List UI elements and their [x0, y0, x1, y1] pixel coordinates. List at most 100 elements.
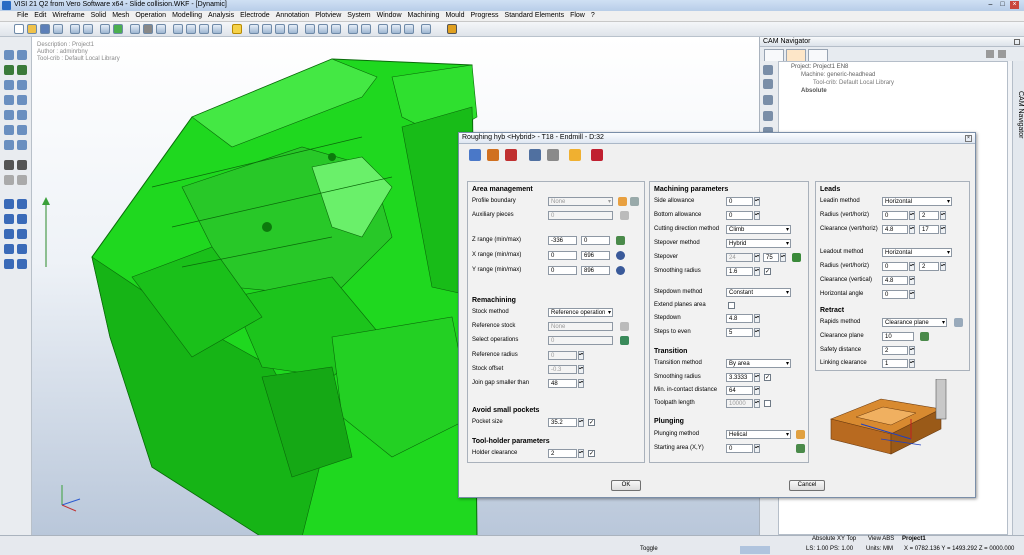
zoom-icon[interactable] — [100, 24, 110, 34]
steps-even-field[interactable]: 5 — [726, 328, 753, 337]
doc13-icon[interactable] — [421, 24, 431, 34]
dim2-icon[interactable] — [17, 259, 27, 269]
redo-icon[interactable] — [83, 24, 93, 34]
tool2-icon[interactable] — [17, 160, 27, 170]
shade-icon[interactable] — [143, 24, 153, 34]
view-mode-label[interactable]: Absolute XY Top — [812, 536, 856, 542]
wire-icon[interactable] — [156, 24, 166, 34]
stepdown-field[interactable]: 4.8 — [726, 314, 753, 323]
clearance-in-field-b[interactable]: 17 — [919, 225, 939, 234]
select-icon[interactable] — [199, 24, 209, 34]
clearance-plane-field[interactable]: 10 — [882, 332, 914, 341]
undo-icon[interactable] — [70, 24, 80, 34]
clearance-plane-pick-icon[interactable] — [920, 332, 929, 341]
plane-icon[interactable] — [4, 244, 14, 254]
save-icon[interactable] — [40, 24, 50, 34]
radius-out-field-a[interactable]: 0 — [882, 262, 908, 271]
z-max-field[interactable]: 0 — [581, 236, 610, 245]
steps-even-spinner[interactable]: ▴▾ — [754, 328, 760, 337]
radius-in-spinner-b[interactable]: ▴▾ — [940, 211, 946, 220]
menu-annotation[interactable]: Annotation — [273, 11, 312, 20]
circle-icon[interactable] — [17, 214, 27, 224]
cam-tool-2-icon[interactable] — [763, 79, 773, 89]
y-max-field[interactable]: 896 — [581, 266, 610, 275]
tree-item-project[interactable]: Project: Project1 EN8 — [791, 64, 848, 70]
side-allowance-field[interactable]: 0 — [726, 197, 753, 206]
ok-button[interactable]: OK — [611, 480, 641, 491]
clearance-out-field[interactable]: 4.8 — [882, 276, 908, 285]
close-button[interactable]: × — [1010, 1, 1019, 9]
radius-in-spinner-a[interactable]: ▴▾ — [909, 211, 915, 220]
trim-icon[interactable] — [4, 110, 14, 120]
spline-icon[interactable] — [4, 229, 14, 239]
clearance-in-spinner-a[interactable]: ▴▾ — [909, 225, 915, 234]
radius-out-field-b[interactable]: 2 — [919, 262, 939, 271]
starting-area-field[interactable]: 0 — [726, 444, 753, 453]
aux-pieces-icon[interactable] — [620, 211, 629, 220]
filter-icon[interactable] — [212, 24, 222, 34]
clearance-out-spinner[interactable]: ▴▾ — [909, 276, 915, 285]
tab-strategy-icon[interactable] — [505, 149, 517, 161]
toggle-label[interactable]: Toggle — [640, 546, 658, 552]
radius-in-field-b[interactable]: 2 — [919, 211, 939, 220]
transition-smoothing-field[interactable]: 3.3333 — [726, 373, 753, 382]
tab-settings-icon[interactable] — [487, 149, 499, 161]
doc7-icon[interactable] — [331, 24, 341, 34]
starting-area-spinner[interactable]: ▴▾ — [754, 444, 760, 453]
menu-wireframe[interactable]: Wireframe — [49, 11, 87, 20]
transition-smoothing-checkbox[interactable]: ✓ — [764, 374, 771, 381]
radius-out-spinner-a[interactable]: ▴▾ — [909, 262, 915, 271]
menu-modelling[interactable]: Modelling — [169, 11, 205, 20]
menu-mesh[interactable]: Mesh — [109, 11, 132, 20]
linking-clearance-field[interactable]: 1 — [882, 359, 908, 368]
toolpath-length-spinner[interactable]: ▴▾ — [754, 399, 760, 408]
tab-tool-icon[interactable] — [808, 49, 828, 61]
toolpath-length-field[interactable]: 10000 — [726, 399, 753, 408]
point-icon[interactable] — [4, 199, 14, 209]
doc2-icon[interactable] — [262, 24, 272, 34]
dim-icon[interactable] — [4, 259, 14, 269]
clearance-in-spinner-b[interactable]: ▴▾ — [940, 225, 946, 234]
render-icon[interactable] — [113, 24, 123, 34]
smoothing-radius-field[interactable]: 1.6 — [726, 267, 753, 276]
safety-distance-field[interactable]: 2 — [882, 346, 908, 355]
menu-help[interactable]: ? — [588, 11, 598, 20]
back-icon[interactable] — [986, 50, 994, 58]
align-icon[interactable] — [17, 80, 27, 90]
layer-icon[interactable] — [173, 24, 183, 34]
print-icon[interactable] — [53, 24, 63, 34]
tree-item-machine[interactable]: Machine: generic-headhead — [801, 72, 875, 78]
minimize-button[interactable]: – — [986, 1, 995, 9]
cam-tool-1-icon[interactable] — [763, 65, 773, 75]
ref-radius-field[interactable]: 0 — [548, 351, 577, 360]
select-ops-icon[interactable] — [620, 336, 629, 345]
curve-icon[interactable] — [17, 229, 27, 239]
aux-pieces-field[interactable]: 0 — [548, 211, 613, 220]
rapids-search-icon[interactable] — [954, 318, 963, 327]
dialog-close-button[interactable]: × — [965, 135, 972, 142]
min-contact-field[interactable]: 64 — [726, 386, 753, 395]
transition-method-select[interactable]: By area — [726, 359, 791, 368]
hide-icon[interactable] — [17, 140, 27, 150]
tab-reload-icon[interactable] — [591, 149, 603, 161]
project-icon[interactable] — [4, 95, 14, 105]
x-min-field[interactable]: 0 — [548, 251, 577, 260]
stepover-percent-icon[interactable] — [792, 253, 801, 262]
tab-disk-icon[interactable] — [569, 149, 581, 161]
holder-clearance-field[interactable]: 2 — [548, 449, 577, 458]
menu-system[interactable]: System — [344, 11, 373, 20]
tab-tool-icon[interactable] — [469, 149, 481, 161]
plunging-method-select[interactable]: Helical — [726, 430, 791, 439]
doc11-icon[interactable] — [391, 24, 401, 34]
bottom-allowance-spinner[interactable]: ▴▾ — [754, 211, 760, 220]
ref-stock-icon[interactable] — [620, 322, 629, 331]
radius-out-spinner-b[interactable]: ▴▾ — [940, 262, 946, 271]
menu-solid[interactable]: Solid — [88, 11, 110, 20]
tree-item-absolute[interactable]: Absolute — [801, 88, 827, 94]
menu-operation[interactable]: Operation — [132, 11, 169, 20]
plunging-search-icon[interactable] — [796, 430, 805, 439]
tool-icon[interactable] — [4, 160, 14, 170]
extend-icon[interactable] — [17, 110, 27, 120]
safety-distance-spinner[interactable]: ▴▾ — [909, 346, 915, 355]
tab-gear-icon[interactable] — [786, 49, 806, 61]
